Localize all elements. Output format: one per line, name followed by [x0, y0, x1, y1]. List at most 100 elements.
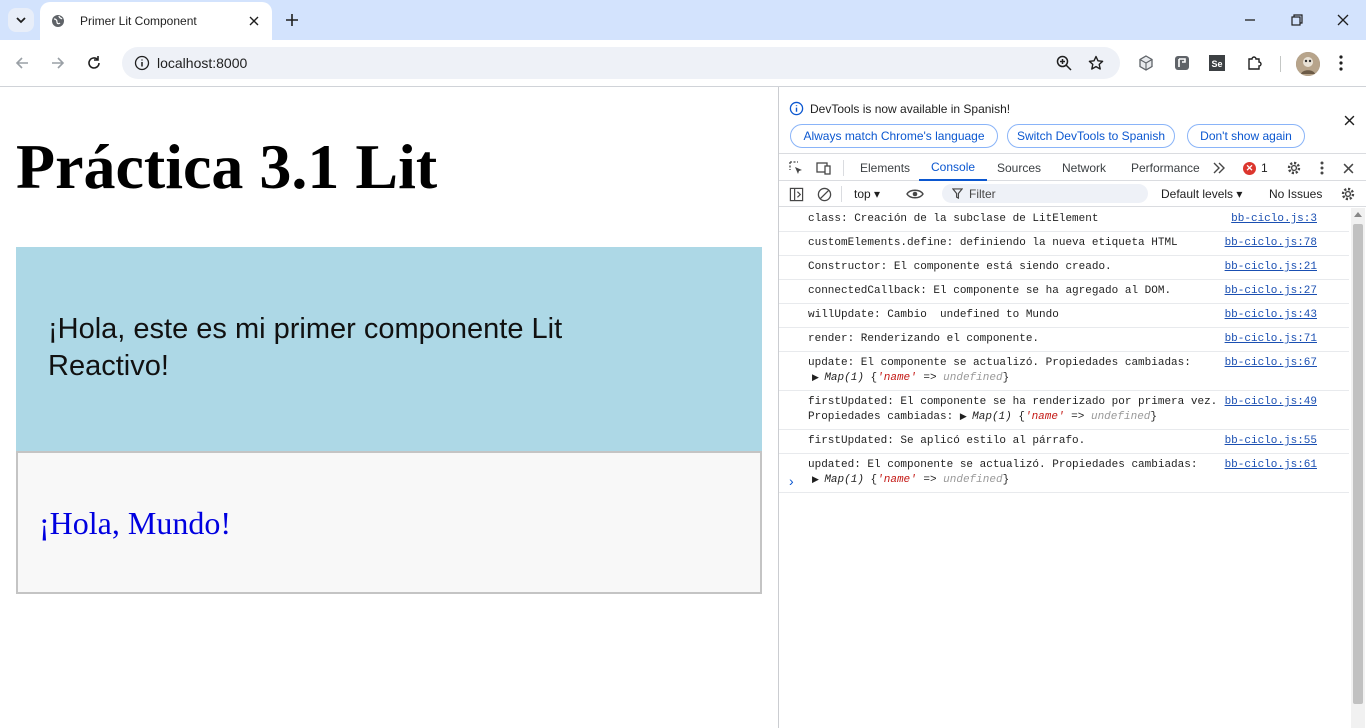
console-settings-gear-icon[interactable]	[1339, 185, 1357, 203]
inspect-element-icon[interactable]	[787, 159, 805, 177]
tab-performance[interactable]: Performance	[1131, 154, 1200, 181]
restore-icon	[1291, 14, 1303, 26]
devtools-panel: DevTools is now available in Spanish! Al…	[778, 87, 1366, 728]
filter-icon	[952, 188, 963, 199]
infobar-message: DevTools is now available in Spanish!	[810, 102, 1011, 116]
console-message: Constructor: El componente está siendo c…	[779, 256, 1349, 280]
url-text[interactable]: localhost:8000	[157, 55, 247, 71]
console-source-link[interactable]: bb-ciclo.js:21	[1225, 260, 1317, 275]
close-devtools-icon[interactable]	[1339, 159, 1357, 177]
tab-search-button[interactable]	[8, 8, 34, 32]
extension-lit-icon[interactable]	[1171, 52, 1193, 74]
match-language-button[interactable]: Always match Chrome's language	[790, 124, 998, 148]
browser-tab[interactable]: Primer Lit Component	[40, 2, 272, 40]
globe-icon	[50, 13, 66, 29]
console-message: connectedCallback: El componente se ha a…	[779, 280, 1349, 304]
expand-triangle-icon[interactable]: ▶	[812, 475, 824, 485]
console-source-link[interactable]: bb-ciclo.js:71	[1225, 332, 1317, 347]
tab-strip: Primer Lit Component	[0, 0, 1366, 40]
lit-component: ¡Hola, este es mi primer componente Lit …	[16, 247, 762, 451]
filter-input[interactable]: Filter	[942, 184, 1148, 203]
settings-gear-icon[interactable]	[1285, 159, 1303, 177]
component-text: ¡Hola, este es mi primer componente Lit …	[48, 313, 563, 382]
toolbar-divider	[841, 186, 842, 202]
map-label: Map(1)	[972, 411, 1012, 423]
live-expression-eye-icon[interactable]	[906, 185, 924, 203]
devtools-tabbar: Elements Console Sources Network Perform…	[779, 153, 1366, 181]
error-counter[interactable]: ✕ 1	[1243, 161, 1268, 175]
reload-button[interactable]	[84, 53, 104, 73]
new-tab-button[interactable]	[282, 10, 302, 30]
console-message: firstUpdated: El componente se ha render…	[779, 391, 1349, 430]
console-scrollbar[interactable]	[1351, 208, 1365, 728]
forward-icon	[52, 57, 65, 69]
scrollbar-thumb[interactable]	[1353, 224, 1363, 704]
sidebar-toggle-icon[interactable]	[787, 185, 805, 203]
console-source-link[interactable]: bb-ciclo.js:3	[1231, 212, 1317, 227]
chevron-down-icon	[16, 17, 26, 24]
context-selector[interactable]: top ▾	[854, 187, 880, 201]
tab-elements[interactable]: Elements	[860, 154, 910, 181]
console-source-link[interactable]: bb-ciclo.js:27	[1225, 284, 1317, 299]
extension-selenium-icon[interactable]: Se	[1206, 52, 1228, 74]
info-icon	[788, 100, 804, 116]
map-prefix: Propiedades cambiadas:	[808, 411, 960, 423]
console-source-link[interactable]: bb-ciclo.js:78	[1225, 236, 1317, 251]
dont-show-again-button[interactable]: Don't show again	[1187, 124, 1305, 148]
forward-button[interactable]	[48, 53, 68, 73]
restore-button[interactable]	[1287, 10, 1307, 30]
back-button[interactable]	[12, 53, 32, 73]
avatar[interactable]	[1296, 52, 1320, 76]
map-label: Map(1)	[824, 474, 864, 486]
device-toolbar-icon[interactable]	[815, 159, 833, 177]
map-label: Map(1)	[824, 372, 864, 384]
tab-network[interactable]: Network	[1062, 154, 1106, 181]
map-value: undefined	[943, 474, 1003, 486]
devtools-menu-icon[interactable]	[1313, 159, 1331, 177]
zoom-icon[interactable]	[1054, 53, 1074, 73]
tab-title: Primer Lit Component	[80, 14, 197, 28]
close-tab-icon[interactable]	[246, 13, 262, 29]
console-prompt[interactable]: ›	[789, 473, 794, 489]
tab-sources[interactable]: Sources	[997, 154, 1041, 181]
console-messages: class: Creación de la subclase de LitEle…	[779, 208, 1349, 728]
console-toolbar: top ▾ Filter Default levels ▾ No Issues	[779, 181, 1366, 207]
clear-console-icon[interactable]	[815, 185, 833, 203]
map-value: undefined	[1090, 411, 1151, 423]
context-value: top	[854, 187, 871, 201]
close-infobar-icon[interactable]	[1341, 112, 1357, 128]
console-source-link[interactable]: bb-ciclo.js:67	[1225, 356, 1317, 371]
toolbar-divider	[1280, 56, 1281, 72]
scroll-up-arrow-icon[interactable]	[1354, 212, 1362, 217]
map-object-preview[interactable]: Propiedades cambiadas: ▶ Map(1) {'name' …	[808, 410, 1349, 425]
switch-to-spanish-button[interactable]: Switch DevTools to Spanish	[1007, 124, 1175, 148]
devtools-language-infobar: DevTools is now available in Spanish! Al…	[779, 87, 1366, 153]
console-source-link[interactable]: bb-ciclo.js:55	[1225, 434, 1317, 449]
extension-cube-icon[interactable]	[1135, 52, 1157, 74]
more-tabs-chevron-icon[interactable]	[1210, 159, 1228, 177]
filter-placeholder: Filter	[969, 186, 996, 201]
tab-console[interactable]: Console	[919, 154, 988, 181]
log-levels-dropdown[interactable]: Default levels ▾	[1161, 187, 1242, 201]
levels-value: Default levels	[1161, 187, 1234, 201]
console-source-link[interactable]: bb-ciclo.js:43	[1225, 308, 1317, 323]
address-bar[interactable]: localhost:8000	[122, 47, 1120, 79]
expand-triangle-icon[interactable]: ▶	[812, 373, 824, 383]
error-count: 1	[1261, 161, 1268, 175]
extensions-puzzle-icon[interactable]	[1243, 52, 1265, 74]
svg-text:Se: Se	[1211, 59, 1222, 69]
error-icon: ✕	[1243, 161, 1256, 175]
issues-counter[interactable]: No Issues	[1269, 187, 1322, 201]
close-window-button[interactable]	[1333, 10, 1353, 30]
console-message: customElements.define: definiendo la nue…	[779, 232, 1349, 256]
expand-triangle-icon[interactable]: ▶	[960, 412, 972, 422]
site-info-icon[interactable]	[134, 55, 150, 71]
browser-menu-icon[interactable]	[1330, 52, 1352, 74]
console-source-link[interactable]: bb-ciclo.js:61	[1225, 458, 1317, 473]
map-object-preview[interactable]: ▶ Map(1) {'name' => undefined}	[808, 473, 1349, 488]
map-key: 'name'	[877, 372, 917, 384]
bookmark-star-icon[interactable]	[1086, 53, 1106, 73]
map-object-preview[interactable]: ▶ Map(1) {'name' => undefined}	[808, 371, 1349, 386]
console-source-link[interactable]: bb-ciclo.js:49	[1225, 395, 1317, 410]
minimize-button[interactable]	[1240, 10, 1260, 30]
